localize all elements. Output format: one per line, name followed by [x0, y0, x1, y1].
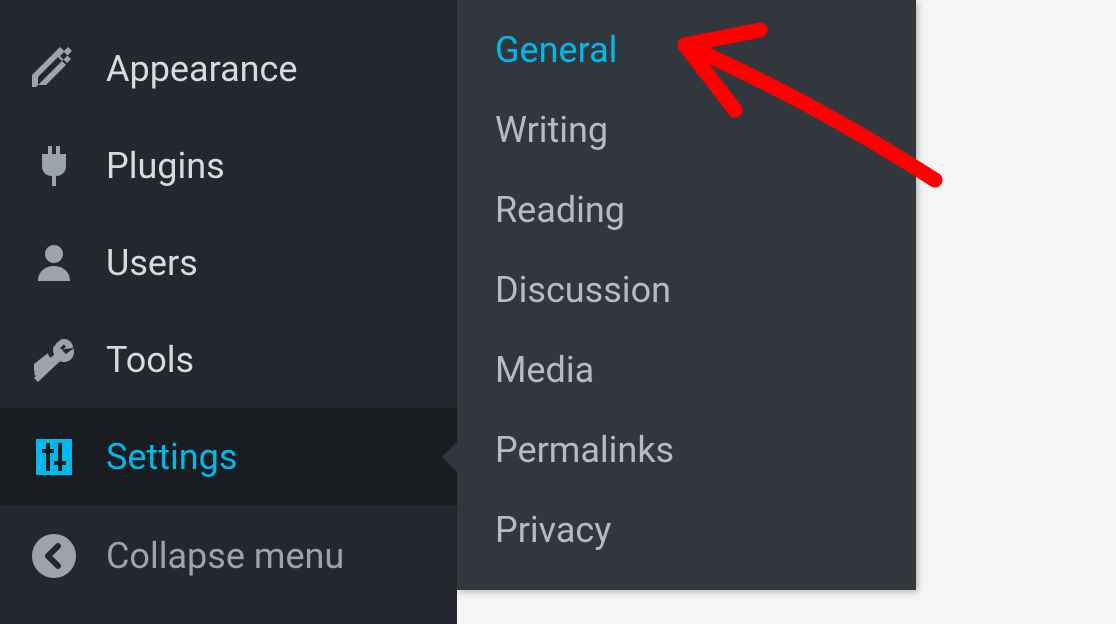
submenu-item-reading[interactable]: Reading	[457, 170, 916, 250]
plugins-icon	[30, 142, 78, 190]
settings-submenu: General Writing Reading Discussion Media…	[457, 0, 916, 590]
sidebar-item-label: Appearance	[106, 48, 297, 90]
collapse-icon	[30, 532, 78, 580]
submenu-item-discussion[interactable]: Discussion	[457, 250, 916, 330]
users-icon	[30, 239, 78, 287]
sidebar-item-settings[interactable]: Settings	[0, 408, 457, 505]
appearance-icon	[30, 45, 78, 93]
submenu-item-permalinks[interactable]: Permalinks	[457, 410, 916, 490]
sidebar-item-appearance[interactable]: Appearance	[0, 0, 457, 117]
sidebar-item-label: Tools	[106, 339, 194, 381]
sidebar-item-collapse[interactable]: Collapse menu	[0, 505, 457, 595]
sidebar-item-label: Collapse menu	[106, 535, 344, 577]
submenu-item-writing[interactable]: Writing	[457, 90, 916, 170]
tools-icon	[30, 336, 78, 384]
settings-icon	[30, 433, 78, 481]
sidebar-item-plugins[interactable]: Plugins	[0, 117, 457, 214]
sidebar-item-tools[interactable]: Tools	[0, 311, 457, 408]
submenu-item-media[interactable]: Media	[457, 330, 916, 410]
sidebar-item-label: Plugins	[106, 145, 225, 187]
sidebar-item-users[interactable]: Users	[0, 214, 457, 311]
submenu-item-general[interactable]: General	[457, 10, 916, 90]
submenu-item-privacy[interactable]: Privacy	[457, 490, 916, 570]
sidebar-item-label: Settings	[106, 436, 237, 478]
admin-sidebar: Appearance Plugins Users Tools Settings …	[0, 0, 457, 624]
sidebar-item-label: Users	[106, 242, 198, 284]
